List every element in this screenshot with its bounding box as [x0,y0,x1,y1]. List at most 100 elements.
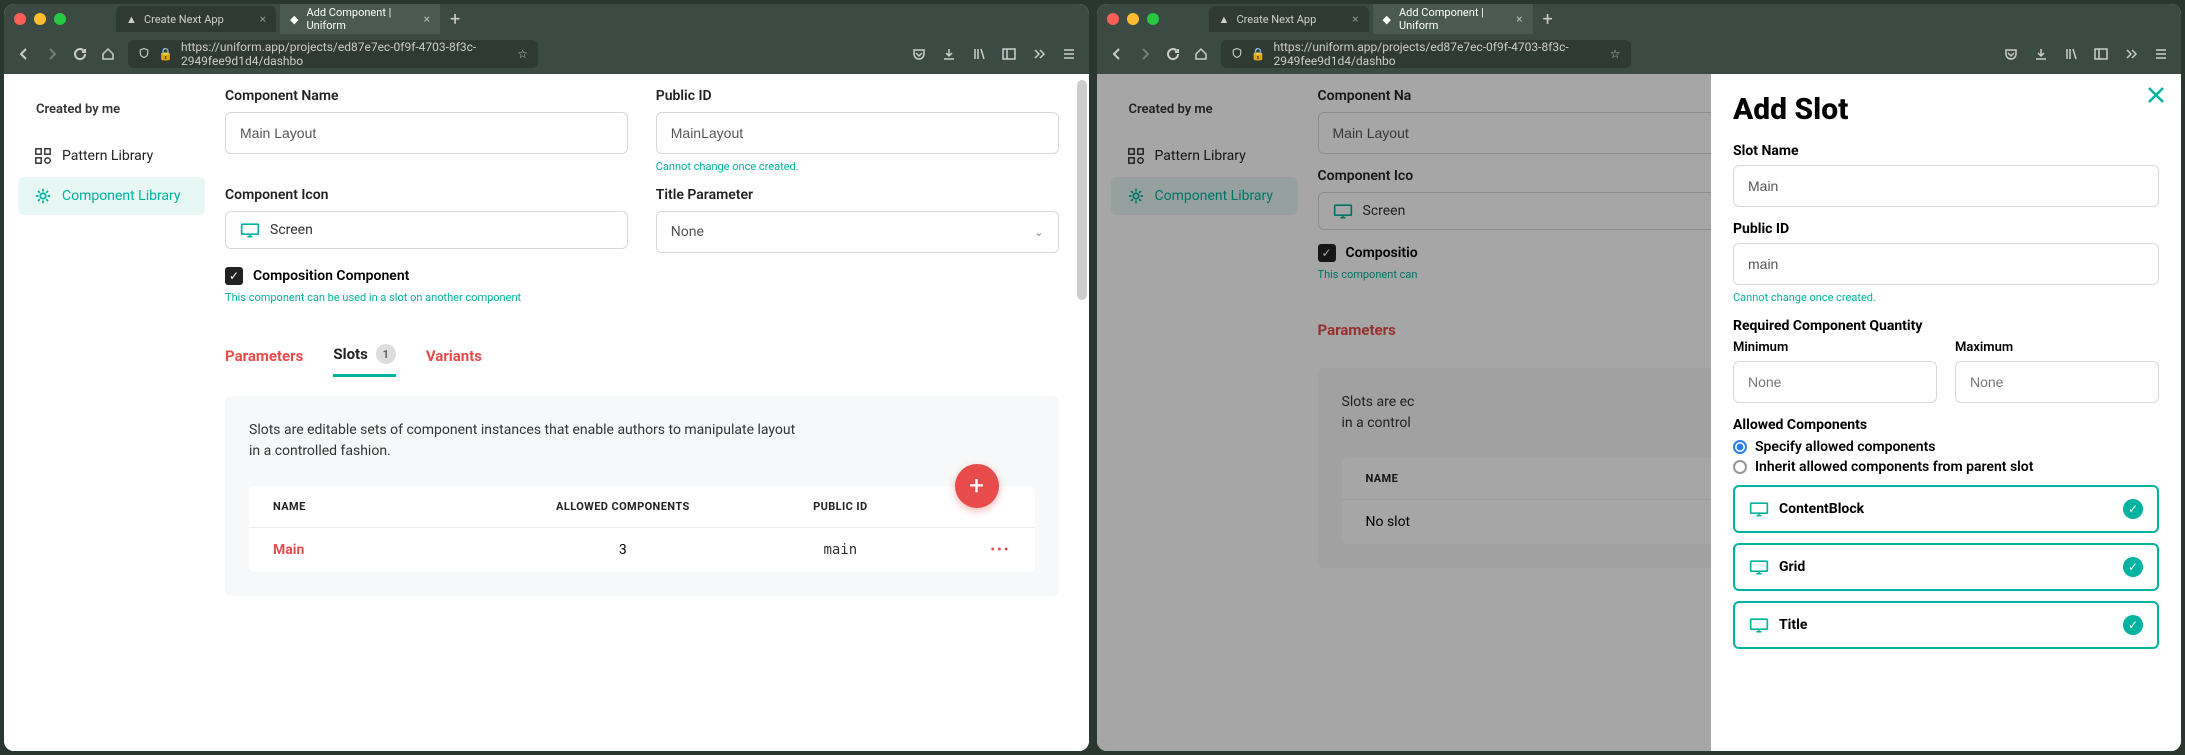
tab-label: Add Component | Uniform [307,6,418,32]
tab-variants[interactable]: Variants [426,337,482,375]
col-allowed: ALLOWED COMPONENTS [500,500,746,513]
component-name: ContentBlock [1779,501,1864,517]
titlebar: ▲ Create Next App × ◆ Add Component | Un… [1097,4,2182,34]
minimum-input[interactable] [1733,361,1937,403]
label-required-quantity: Required Component Quantity [1733,318,2159,334]
home-icon[interactable] [1193,46,1209,62]
sidebar-icon[interactable] [1001,46,1017,62]
slot-name-input[interactable] [1733,165,2159,207]
allowed-component-grid[interactable]: Grid ✓ [1733,543,2159,591]
chevrons-icon[interactable] [1031,46,1047,62]
library-icon[interactable] [971,46,987,62]
sidebar-item-label: Component Library [62,188,181,204]
component-icon-select[interactable]: Screen [225,211,628,249]
close-window-icon[interactable] [14,13,26,25]
radio-unselected-icon[interactable] [1733,460,1747,474]
tab-create-next-app[interactable]: ▲ Create Next App × [1209,6,1369,32]
home-icon[interactable] [100,46,116,62]
nav-back-icon[interactable] [16,46,32,62]
tab-slots-label: Slots [333,345,367,363]
reload-icon[interactable] [1165,46,1181,62]
label-maximum: Maximum [1955,340,2159,355]
pocket-icon[interactable] [911,46,927,62]
lock-icon: 🔒 [1251,47,1266,61]
new-tab-button[interactable]: + [1543,9,1553,30]
public-id-input[interactable] [656,112,1059,154]
nav-forward-icon[interactable] [44,46,60,62]
url-text: https://uniform.app/projects/ed87e7ec-0f… [181,40,509,68]
check-circle-icon: ✓ [2123,557,2143,577]
nav-forward-icon[interactable] [1137,46,1153,62]
label-minimum: Minimum [1733,340,1937,355]
allowed-component-title[interactable]: Title ✓ [1733,601,2159,649]
slot-public-id-input[interactable] [1733,243,2159,285]
sidebar-created-by-me[interactable]: Created by me [12,94,211,135]
sidebar-item-pattern-library[interactable]: Pattern Library [18,137,205,175]
chevron-down-icon: ⌄ [1034,226,1043,239]
sidebar-icon[interactable] [2093,46,2109,62]
tab-label: Add Component | Uniform [1399,6,1510,32]
radio-label: Inherit allowed components from parent s… [1755,459,2033,475]
chevrons-icon[interactable] [2123,46,2139,62]
tab-create-next-app[interactable]: ▲ Create Next App × [116,6,276,32]
pocket-icon[interactable] [2003,46,2019,62]
tab-parameters[interactable]: Parameters [225,337,303,375]
radio-inherit[interactable]: Inherit allowed components from parent s… [1733,459,2159,475]
tab-uniform[interactable]: ◆ Add Component | Uniform × [1373,4,1533,38]
urlbar[interactable]: 🔒 https://uniform.app/projects/ed87e7ec-… [128,40,538,68]
composition-checkbox-row[interactable]: ✓ Composition Component [225,267,1059,285]
menu-icon[interactable] [1061,46,1077,62]
component-tabs: Parameters Slots 1 Variants [225,334,1059,378]
screen-icon [1749,501,1769,517]
component-name: Grid [1779,559,1805,575]
download-icon[interactable] [941,46,957,62]
maximum-input[interactable] [1955,361,2159,403]
radio-specify[interactable]: Specify allowed components [1733,439,2159,455]
shield-icon [1231,47,1243,62]
tab-label: Create Next App [144,13,224,26]
close-drawer-icon[interactable] [2145,84,2167,112]
tab-label: Create Next App [1237,13,1317,26]
close-window-icon[interactable] [1107,13,1119,25]
close-tab-icon[interactable]: × [1516,12,1522,26]
urlbar[interactable]: 🔒 https://uniform.app/projects/ed87e7ec-… [1221,40,1631,68]
screen-icon [1749,559,1769,575]
maximize-window-icon[interactable] [1147,13,1159,25]
nav-back-icon[interactable] [1109,46,1125,62]
slot-row-name[interactable]: Main [273,542,500,558]
drawer-title: Add Slot [1733,92,2159,127]
new-tab-button[interactable]: + [450,9,460,30]
allowed-component-contentblock[interactable]: ContentBlock ✓ [1733,485,2159,533]
star-icon[interactable]: ☆ [517,47,528,61]
row-menu-icon[interactable]: ••• [935,542,1011,558]
add-slot-fab[interactable]: + [955,464,999,508]
close-tab-icon[interactable]: × [1352,12,1358,26]
check-circle-icon: ✓ [2123,615,2143,635]
sidebar-item-component-library[interactable]: Component Library [18,177,205,215]
minimize-window-icon[interactable] [1127,13,1139,25]
gear-icon [34,187,52,205]
tab-slots[interactable]: Slots 1 [333,334,395,377]
library-icon[interactable] [2063,46,2079,62]
minimize-window-icon[interactable] [34,13,46,25]
label-component-icon: Component Icon [225,187,628,203]
tab-uniform[interactable]: ◆ Add Component | Uniform × [280,4,440,38]
star-icon[interactable]: ☆ [1610,47,1621,61]
scrollbar-thumb[interactable] [1077,80,1087,300]
title-parameter-select[interactable]: None ⌄ [656,211,1059,253]
download-icon[interactable] [2033,46,2049,62]
label-slot-name: Slot Name [1733,143,2159,159]
composition-label: Composition Component [253,268,409,284]
screen-icon [1749,617,1769,633]
checkbox-checked-icon[interactable]: ✓ [225,267,243,285]
component-name-input[interactable] [225,112,628,154]
url-text: https://uniform.app/projects/ed87e7ec-0f… [1273,40,1601,68]
menu-icon[interactable] [2153,46,2169,62]
slots-panel: Slots are editable sets of component ins… [225,396,1059,596]
component-name: Title [1779,617,1807,633]
radio-selected-icon[interactable] [1733,440,1747,454]
reload-icon[interactable] [72,46,88,62]
close-tab-icon[interactable]: × [260,12,266,26]
close-tab-icon[interactable]: × [424,12,430,26]
maximize-window-icon[interactable] [54,13,66,25]
